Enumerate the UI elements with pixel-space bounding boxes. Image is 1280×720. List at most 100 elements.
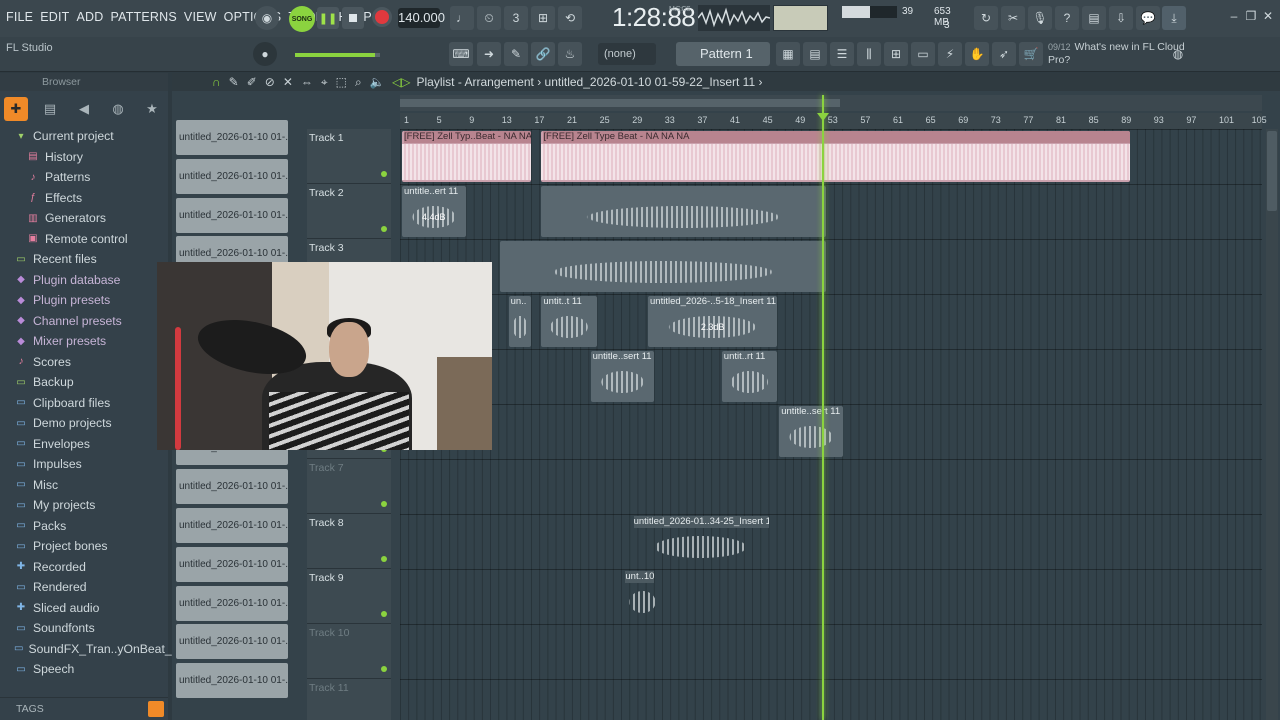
audio-clip[interactable]: untit..rt 11 bbox=[721, 351, 778, 402]
browser-item-current-project[interactable]: ▾ Current project bbox=[0, 126, 168, 147]
picker-clip-tile[interactable]: untitled_2026-01-10 01-... bbox=[176, 197, 288, 233]
audio-clip[interactable]: untitle..ert 11 4.4dB bbox=[402, 186, 466, 237]
snap-select[interactable]: (none) bbox=[598, 43, 656, 65]
globe-icon[interactable]: ◍ bbox=[1166, 42, 1190, 66]
playlist-play-icon[interactable]: ◁▷ bbox=[392, 75, 410, 89]
slip-icon[interactable]: ⇔ bbox=[301, 75, 313, 90]
online-tab-icon[interactable]: ◍ bbox=[106, 97, 130, 121]
piano-roll-view-icon[interactable]: ▤ bbox=[803, 42, 827, 66]
restore-icon[interactable]: ❐ bbox=[1243, 8, 1259, 24]
audio-clip[interactable]: untitle..sert 11 bbox=[779, 406, 843, 457]
browser-item-mixer-presets[interactable]: ◆ Mixer presets bbox=[0, 331, 168, 352]
track-header[interactable]: Track 9 bbox=[307, 569, 391, 624]
link-icon[interactable]: 🔗 bbox=[531, 42, 555, 66]
undo-icon[interactable]: ↻ bbox=[974, 6, 998, 30]
track-mute-led-icon[interactable] bbox=[381, 556, 387, 562]
picker-clip-tile[interactable]: untitled_2026-01-10 01-... bbox=[176, 469, 288, 505]
picker-clip-tile[interactable]: untitled_2026-01-10 01-... bbox=[176, 507, 288, 543]
browser-item-rendered[interactable]: ▭ Rendered bbox=[0, 577, 168, 598]
magnet-icon[interactable]: ∩ bbox=[212, 75, 221, 90]
timeline-ruler[interactable]: 1 5 9 13 17 21 25 29 33 37 41 45 49 53 57 61 65 69 73 77 81 8… bbox=[400, 113, 1267, 129]
browser-item-recorded[interactable]: ✚ Recorded bbox=[0, 557, 168, 578]
paint-icon[interactable]: ✐ bbox=[247, 75, 257, 90]
playhead-marker-icon[interactable] bbox=[817, 113, 829, 121]
download-icon[interactable]: ⤓ bbox=[1162, 6, 1186, 30]
track-header[interactable]: Track 10 bbox=[307, 624, 391, 679]
cart-icon[interactable]: 🛒 bbox=[1019, 42, 1043, 66]
menu-edit[interactable]: EDIT bbox=[40, 10, 69, 25]
pattern-selector[interactable]: Pattern 1 bbox=[676, 42, 770, 66]
track-mute-led-icon[interactable] bbox=[381, 226, 387, 232]
audio-clip[interactable]: unt..10 bbox=[623, 571, 663, 622]
audio-clip[interactable]: untit..t 11 bbox=[541, 296, 597, 347]
browser-item-speech[interactable]: ▭ Speech bbox=[0, 659, 168, 680]
delete-icon[interactable]: ⊘ bbox=[265, 75, 275, 90]
picker-clip-tile[interactable]: untitled_2026-01-10 01-... bbox=[176, 546, 288, 582]
menu-add[interactable]: ADD bbox=[76, 10, 103, 25]
plugin-tab-icon[interactable]: ◀ bbox=[72, 97, 96, 121]
browser-item-my-projects[interactable]: ▭ My projects bbox=[0, 495, 168, 516]
step-edit-icon[interactable]: ⊞ bbox=[531, 6, 555, 30]
track-mute-led-icon[interactable] bbox=[381, 666, 387, 672]
search-icon[interactable] bbox=[148, 701, 164, 717]
track-mute-led-icon[interactable] bbox=[381, 611, 387, 617]
cut-icon[interactable]: ✂ bbox=[1001, 6, 1025, 30]
picker-clip-tile[interactable]: untitled_2026-01-10 01-... bbox=[176, 663, 288, 699]
picker-clip-tile[interactable]: untitled_2026-01-10 01-... bbox=[176, 120, 288, 155]
picker-clip-tile[interactable]: untitled_2026-01-10 01-... bbox=[176, 624, 288, 660]
browser-item-impulses[interactable]: ▭ Impulses bbox=[0, 454, 168, 475]
tempo-display[interactable]: 140.000 bbox=[398, 8, 445, 28]
browser-item-backup[interactable]: ▭ Backup bbox=[0, 372, 168, 393]
stop-button[interactable] bbox=[342, 7, 364, 29]
arrow-icon[interactable]: ➜ bbox=[477, 42, 501, 66]
time-display[interactable]: 1:28:88 M:S:CS bbox=[612, 2, 696, 33]
audio-clip[interactable]: [FREE] Zell Typ..Beat - NA NA NA bbox=[402, 131, 532, 182]
menu-file[interactable]: FILE bbox=[6, 10, 33, 25]
countdown-icon[interactable]: 3 bbox=[504, 6, 528, 30]
menu-view[interactable]: VIEW bbox=[184, 10, 217, 25]
browser-item-demo-projects[interactable]: ▭ Demo projects bbox=[0, 413, 168, 434]
master-volume-knob-icon[interactable]: ● bbox=[253, 42, 277, 66]
save-icon[interactable]: ▤ bbox=[1082, 6, 1106, 30]
project-view-icon[interactable]: ▭ bbox=[911, 42, 935, 66]
stamp-icon[interactable]: ♨ bbox=[558, 42, 582, 66]
loop-record-icon[interactable]: ⟲ bbox=[558, 6, 582, 30]
pencil-icon[interactable]: ✎ bbox=[504, 42, 528, 66]
playlist-overview[interactable] bbox=[400, 95, 1262, 111]
track-header[interactable]: Track 1 bbox=[307, 129, 391, 184]
browser-item-misc[interactable]: ▭ Misc bbox=[0, 475, 168, 496]
picker-clip-tile[interactable]: untitled_2026-01-10 01-... bbox=[176, 158, 288, 194]
slice-icon[interactable]: ⌖ bbox=[321, 75, 328, 90]
zoom-icon[interactable]: ⌕ bbox=[355, 75, 362, 90]
all-tab-icon[interactable]: ✚ bbox=[4, 97, 28, 121]
audio-clip[interactable]: un.. bbox=[508, 296, 532, 347]
touch-view-icon[interactable]: ✋ bbox=[965, 42, 989, 66]
current-project-tab-icon[interactable]: ▤ bbox=[38, 97, 62, 121]
browser-item-generators[interactable]: ▥ Generators bbox=[0, 208, 168, 229]
browser-item-plugin-database[interactable]: ◆ Plugin database bbox=[0, 270, 168, 291]
track-mute-led-icon[interactable] bbox=[381, 171, 387, 177]
playlist-view-icon[interactable]: ▦ bbox=[776, 42, 800, 66]
browser-view-icon[interactable]: ⊞ bbox=[884, 42, 908, 66]
browser-item-clipboard-files[interactable]: ▭ Clipboard files bbox=[0, 393, 168, 414]
browser-item-soundfx-tran-yonbeat-com[interactable]: ▭ SoundFX_Tran..yOnBeat_com bbox=[0, 639, 195, 660]
select-icon[interactable]: ⬚ bbox=[336, 75, 347, 90]
speaker-icon[interactable]: 🔈 bbox=[370, 75, 385, 90]
browser-item-remote-control[interactable]: ▣ Remote control bbox=[0, 229, 168, 250]
export-icon[interactable]: ⇩ bbox=[1109, 6, 1133, 30]
track-header[interactable]: Track 7 bbox=[307, 459, 391, 514]
browser-item-packs[interactable]: ▭ Packs bbox=[0, 516, 168, 537]
microphone-icon[interactable]: 🎙 bbox=[1028, 6, 1052, 30]
track-header[interactable]: Track 11 bbox=[307, 679, 391, 720]
audio-editor-icon[interactable]: ➶ bbox=[992, 42, 1016, 66]
close-icon[interactable]: ✕ bbox=[1260, 8, 1276, 24]
audio-clip[interactable]: untitled_2026-..5-18_Insert 11 2.3dB bbox=[648, 296, 778, 347]
minimize-icon[interactable]: – bbox=[1226, 8, 1242, 24]
browser-item-project-bones[interactable]: ▭ Project bones bbox=[0, 536, 168, 557]
browser-item-history[interactable]: ▤ History bbox=[0, 147, 168, 168]
chat-icon[interactable]: 💬 bbox=[1136, 6, 1160, 30]
master-pitch-knob-icon[interactable]: ◉ bbox=[255, 6, 279, 30]
track-header[interactable]: Track 8 bbox=[307, 514, 391, 569]
browser-item-channel-presets[interactable]: ◆ Channel presets bbox=[0, 311, 168, 332]
favorites-tab-icon[interactable]: ★ bbox=[140, 97, 164, 121]
